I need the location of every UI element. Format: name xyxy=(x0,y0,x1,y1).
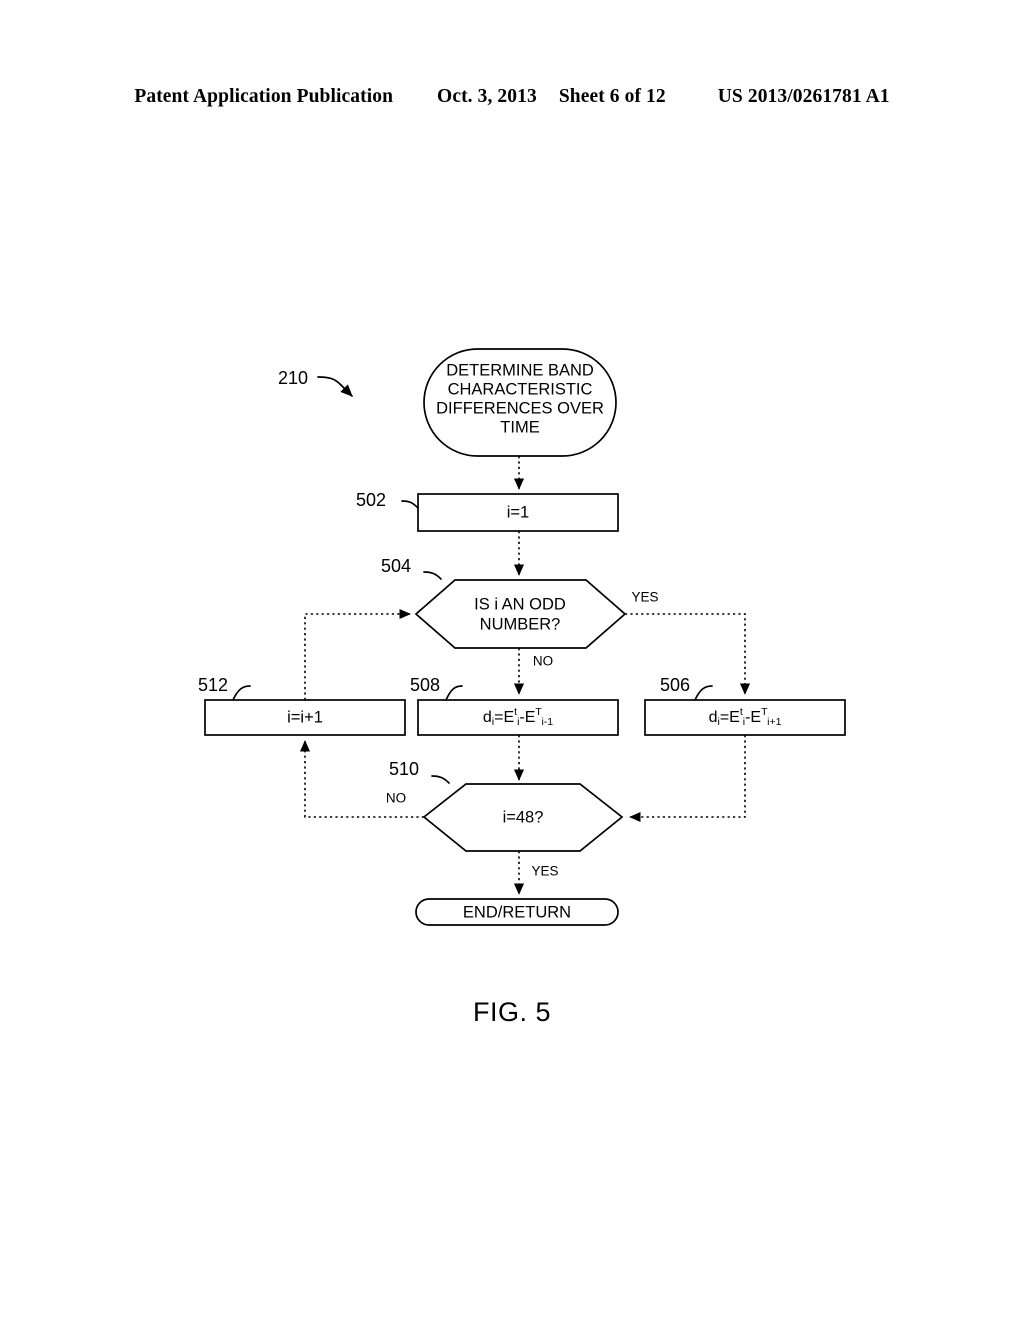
connector-512-to-504 xyxy=(304,608,411,700)
start-node-line-1: DETERMINE BAND xyxy=(446,361,594,379)
ref-leader-504 xyxy=(423,571,442,580)
ref-number-510: 510 xyxy=(389,759,419,779)
node-508-formula-eq: =E xyxy=(494,709,514,726)
ref-leader-502 xyxy=(401,500,419,509)
connector-506-to-510 xyxy=(629,735,746,823)
start-node-line-3: DIFFERENCES OVER xyxy=(436,399,604,417)
node-504-line-2: NUMBER? xyxy=(480,615,561,633)
ref-leader-210 xyxy=(317,376,353,397)
node-508-formula-d: d xyxy=(483,709,492,726)
node-506-formula-d: d xyxy=(709,709,718,726)
ref-number-512: 512 xyxy=(198,675,228,695)
node-508-calc-even: di=Eti-ETi-1 xyxy=(417,699,619,736)
branch-label-510-no: NO xyxy=(386,791,406,806)
branch-label-504-no: NO xyxy=(533,654,553,669)
ref-leader-512 xyxy=(232,685,251,701)
node-end-return-text: END/RETURN xyxy=(463,903,571,921)
node-510-text: i=48? xyxy=(503,808,544,826)
ref-number-210: 210 xyxy=(278,368,308,388)
node-502-text: i=1 xyxy=(507,503,529,521)
node-502-init: i=1 xyxy=(417,493,619,532)
ref-number-508: 508 xyxy=(410,675,440,695)
ref-number-502: 502 xyxy=(356,490,386,510)
node-512-increment: i=i+1 xyxy=(204,699,406,736)
ref-leader-508 xyxy=(445,685,463,701)
branch-label-510-yes: YES xyxy=(531,864,558,879)
ref-number-506: 506 xyxy=(660,675,690,695)
node-504-decision-is-odd: IS i AN ODD NUMBER? xyxy=(414,579,627,649)
node-506-formula-e2-sub: i+1 xyxy=(767,716,781,728)
connector-510-no-to-512 xyxy=(299,740,424,818)
node-506-formula-eq: =E xyxy=(720,709,740,726)
ref-leader-506 xyxy=(694,685,713,701)
node-508-formula-e2-sub: i-1 xyxy=(541,716,553,728)
node-start-determine-band-differences: DETERMINE BAND CHARACTERISTIC DIFFERENCE… xyxy=(423,348,617,457)
ref-leader-510 xyxy=(431,775,450,784)
node-506-calc-odd: di=Eti-ETi+1 xyxy=(644,699,846,736)
ref-number-504: 504 xyxy=(381,556,411,576)
node-504-line-1: IS i AN ODD xyxy=(474,595,566,613)
node-508-formula-minus: -E xyxy=(519,709,535,726)
figure-caption: FIG. 5 xyxy=(472,997,551,1027)
node-510-decision-is-48: i=48? xyxy=(422,783,624,852)
node-end-return: END/RETURN xyxy=(415,898,619,926)
start-node-line-2: CHARACTERISTIC xyxy=(448,380,593,398)
node-512-text: i=i+1 xyxy=(287,708,323,726)
flowchart-canvas: 210 DETERMINE BAND CHARACTERISTIC DIFFER… xyxy=(198,348,846,926)
node-506-formula-minus: -E xyxy=(745,709,761,726)
start-node-line-4: TIME xyxy=(500,418,539,436)
branch-label-504-yes: YES xyxy=(631,590,658,605)
figure-5-flowchart: 210 DETERMINE BAND CHARACTERISTIC DIFFER… xyxy=(0,0,1024,1320)
